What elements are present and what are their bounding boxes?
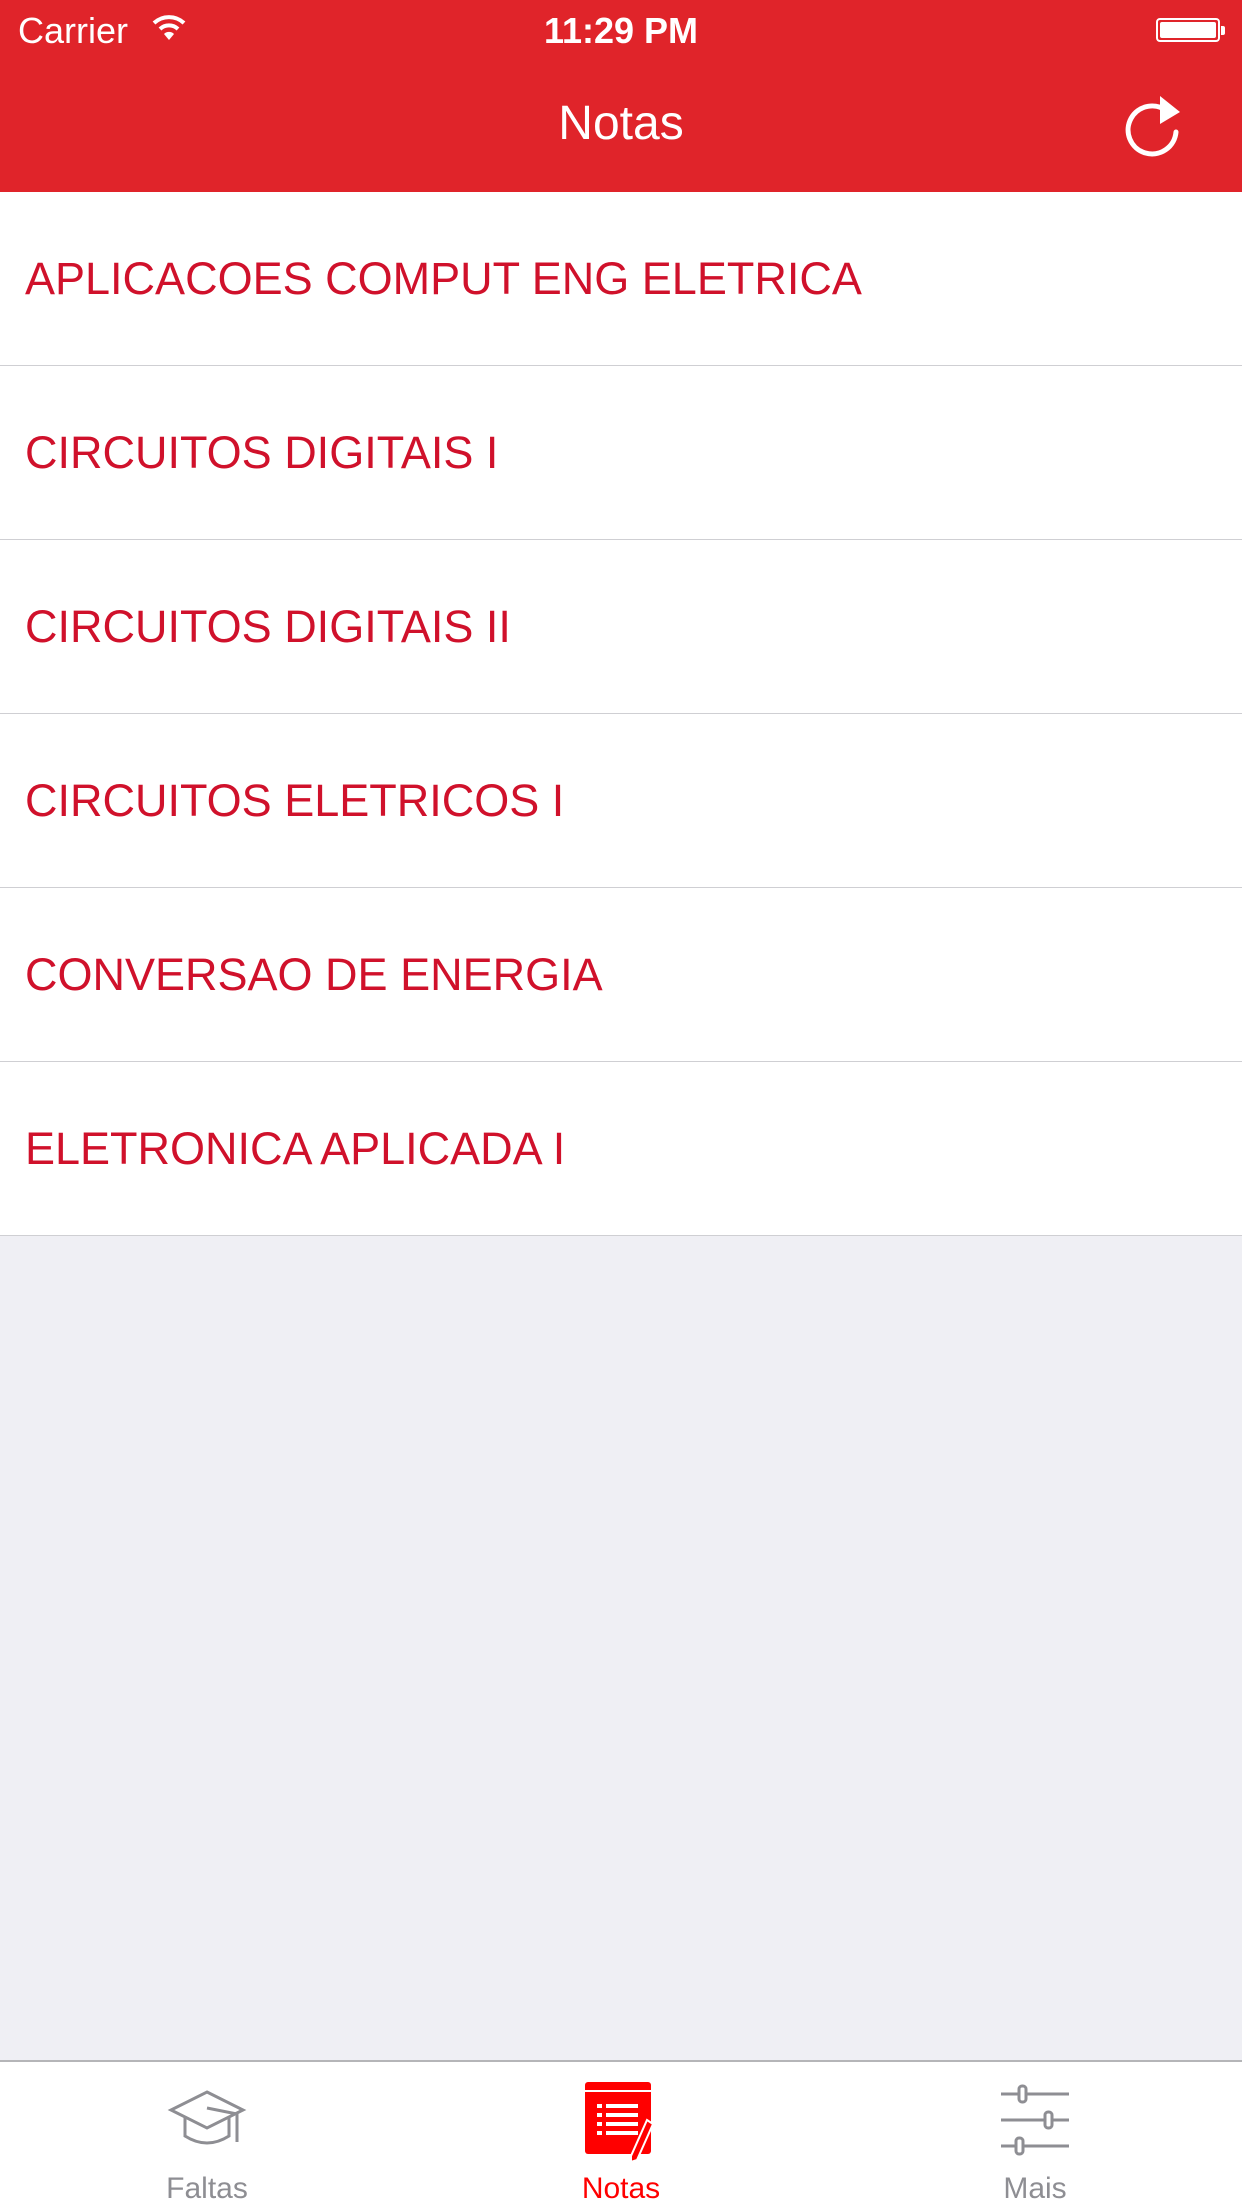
course-row[interactable]: CIRCUITOS ELETRICOS I (0, 714, 1242, 888)
tab-label: Faltas (166, 2172, 248, 2205)
course-row[interactable]: CONVERSAO DE ENERGIA (0, 888, 1242, 1062)
battery-icon (1156, 18, 1225, 42)
status-time: 11:29 PM (543, 10, 699, 51)
course-row[interactable]: CIRCUITOS DIGITAIS I (0, 366, 1242, 540)
tab-mais[interactable]: Mais (828, 2062, 1242, 2208)
refresh-icon[interactable] (1122, 90, 1188, 160)
tab-label: Notas (581, 2172, 661, 2205)
navigation-bar: Carrier 11:29 PM Notas (0, 0, 1242, 192)
tab-faltas[interactable]: Faltas (0, 2062, 414, 2208)
course-row[interactable]: CIRCUITOS DIGITAIS II (0, 540, 1242, 714)
course-name: ELETRONICA APLICADA I (25, 1122, 566, 1174)
course-name: CIRCUITOS ELETRICOS I (25, 774, 565, 826)
graduation-cap-icon (167, 2090, 247, 2145)
course-name: CIRCUITOS DIGITAIS I (25, 426, 499, 478)
course-name: APLICACOES COMPUT ENG ELETRICA (25, 252, 862, 304)
course-list: APLICACOES COMPUT ENG ELETRICA CIRCUITOS… (0, 192, 1242, 1236)
tab-notas[interactable]: Notas (414, 2062, 828, 2208)
tab-label: Mais (1003, 2172, 1067, 2205)
course-row[interactable]: ELETRONICA APLICADA I (0, 1062, 1242, 1236)
tab-bar: Faltas Notas Mais (0, 2060, 1242, 2208)
notes-pencil-icon (585, 2082, 655, 2164)
sliders-icon (1001, 2084, 1069, 2156)
page-title: Notas (558, 97, 684, 150)
course-row[interactable]: APLICACOES COMPUT ENG ELETRICA (0, 192, 1242, 366)
course-name: CONVERSAO DE ENERGIA (25, 948, 603, 1000)
course-name: CIRCUITOS DIGITAIS II (25, 600, 511, 652)
